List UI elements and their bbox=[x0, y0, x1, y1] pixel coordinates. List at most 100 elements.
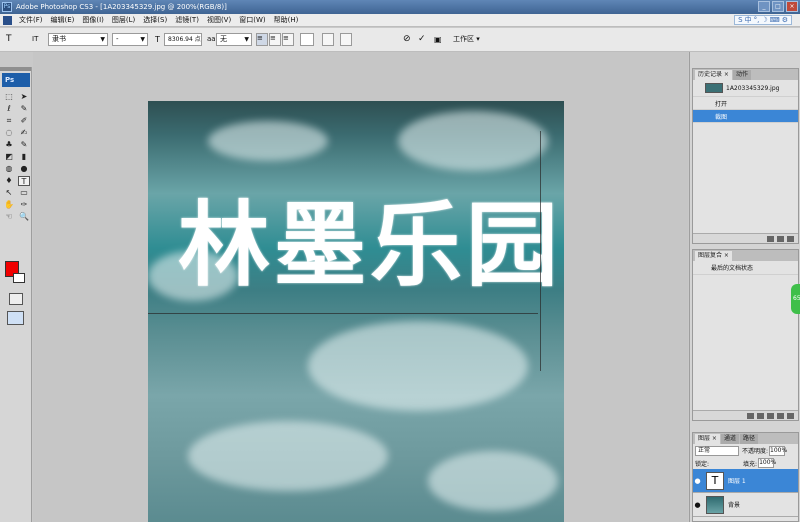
new-document-icon[interactable] bbox=[767, 235, 774, 242]
right-panels: 历史记录 × 动作 1A203345329.jpg 打开 裁图 图层复合 × 最… bbox=[689, 52, 800, 522]
align-left-button[interactable]: ≡ bbox=[256, 33, 268, 46]
commit-edit-icon[interactable]: ✓ bbox=[418, 33, 426, 46]
history-item[interactable]: 打开 bbox=[693, 97, 798, 110]
tab-layer-comps[interactable]: 图层复合 × bbox=[695, 251, 732, 261]
text-tool-preset-icon[interactable]: T bbox=[6, 33, 12, 46]
menu-help[interactable]: 帮助(H) bbox=[270, 15, 303, 25]
fill-label: 填充: bbox=[743, 460, 758, 468]
apply-prev-icon[interactable] bbox=[747, 412, 754, 419]
ime-keyboard-icon[interactable]: ⌨ bbox=[770, 16, 780, 24]
ime-logo-icon[interactable]: S bbox=[738, 16, 742, 24]
tool-button-icon[interactable]: ✑ bbox=[18, 200, 30, 210]
text-orientation-icon[interactable]: IT bbox=[32, 33, 38, 46]
tool-button-icon[interactable]: ♣ bbox=[3, 140, 15, 150]
tool-button-icon[interactable]: ▭ bbox=[18, 188, 30, 198]
tab-history[interactable]: 历史记录 × bbox=[695, 70, 732, 80]
tools-panel-header[interactable] bbox=[0, 67, 31, 71]
tool-button-icon[interactable]: ● bbox=[18, 164, 30, 174]
tool-button-icon[interactable]: ♦ bbox=[3, 176, 15, 186]
maximize-button[interactable]: □ bbox=[772, 1, 784, 12]
trash-icon[interactable] bbox=[787, 235, 794, 242]
menu-bar: 文件(F) 编辑(E) 图像(I) 图层(L) 选择(S) 滤镜(T) 视图(V… bbox=[0, 14, 800, 27]
tool-button-icon[interactable]: ✎ bbox=[18, 104, 30, 114]
warp-text-button[interactable] bbox=[322, 33, 334, 46]
tool-button-icon[interactable]: ➤ bbox=[18, 92, 30, 102]
background-color-swatch[interactable] bbox=[13, 273, 25, 283]
menu-image[interactable]: 图像(I) bbox=[78, 15, 108, 25]
ime-chinese-toggle[interactable]: 中 bbox=[745, 15, 752, 25]
new-snapshot-icon[interactable] bbox=[777, 235, 784, 242]
workspace-menu[interactable]: 工作区 ▾ bbox=[453, 33, 480, 46]
trash-icon[interactable] bbox=[787, 412, 794, 419]
fill-input[interactable]: 100% bbox=[758, 458, 776, 468]
font-family-select[interactable]: 隶书 ▼ bbox=[48, 33, 108, 46]
blend-mode-select[interactable]: 正常 bbox=[695, 445, 739, 456]
history-item[interactable]: 裁图 bbox=[693, 110, 798, 123]
tool-preset-picker-icon[interactable]: ▣ bbox=[434, 33, 442, 46]
tab-paths[interactable]: 路径 bbox=[739, 434, 758, 444]
layer-row[interactable]: ● 背景 bbox=[693, 493, 798, 517]
font-size-select[interactable]: 8306.94 点 bbox=[164, 33, 202, 46]
tool-button-icon[interactable]: ◌ bbox=[3, 128, 15, 138]
tools-panel: Ps ⬚ ➤ ℓ ✎ ⌗ ✐ ◌ ✍ ♣ ✎ ◩ ▮ ◍ ● ♦ T ↖ ▭ ✋ ✑ ☜ 🔍 bbox=[0, 67, 32, 522]
align-right-button[interactable]: ≡ bbox=[282, 33, 294, 46]
tool-button-icon[interactable]: ✋ bbox=[3, 200, 15, 210]
opacity-input[interactable]: 100% bbox=[769, 445, 787, 456]
tool-button-icon[interactable]: ◩ bbox=[3, 152, 15, 162]
document-canvas[interactable]: 林墨乐园 bbox=[148, 101, 564, 522]
tool-button-icon[interactable]: ▮ bbox=[18, 152, 30, 162]
ime-settings-icon[interactable]: ⚙ bbox=[782, 16, 788, 24]
font-style-select[interactable]: - ▼ bbox=[112, 33, 148, 46]
wave-foam bbox=[398, 111, 548, 171]
menu-file[interactable]: 文件(F) bbox=[15, 15, 47, 25]
history-snapshot[interactable]: 1A203345329.jpg bbox=[693, 80, 798, 97]
align-left-icon: ≡ bbox=[257, 34, 263, 42]
align-center-button[interactable]: ≡ bbox=[269, 33, 281, 46]
menu-layer[interactable]: 图层(L) bbox=[108, 15, 139, 25]
apply-next-icon[interactable] bbox=[757, 412, 764, 419]
tool-button-icon[interactable]: ◍ bbox=[3, 164, 15, 174]
text-bounding-line bbox=[540, 131, 541, 371]
canvas-text-layer[interactable]: 林墨乐园 bbox=[178, 171, 562, 304]
tool-button-icon[interactable]: ✐ bbox=[18, 116, 30, 126]
anti-alias-value: 无 bbox=[220, 35, 227, 43]
eye-icon[interactable]: ● bbox=[693, 477, 702, 485]
tool-button-icon[interactable]: ↖ bbox=[3, 188, 15, 198]
cancel-edit-icon[interactable]: ⊘ bbox=[403, 33, 411, 46]
minimize-button[interactable]: _ bbox=[758, 1, 770, 12]
wave-foam bbox=[308, 321, 528, 411]
tool-button-icon[interactable]: ⬚ bbox=[3, 92, 15, 102]
tool-button-icon[interactable]: ✍ bbox=[18, 128, 30, 138]
tab-actions[interactable]: 动作 bbox=[732, 70, 751, 80]
anti-alias-select[interactable]: 无 ▼ bbox=[216, 33, 252, 46]
ime-punct-icon[interactable]: °, bbox=[754, 16, 760, 24]
quick-mask-button[interactable] bbox=[9, 293, 23, 305]
menu-view[interactable]: 视图(V) bbox=[203, 15, 235, 25]
tool-button-icon[interactable]: ℓ bbox=[3, 104, 15, 114]
eye-icon[interactable]: ● bbox=[693, 501, 702, 509]
layer-comp-item[interactable]: 最后的文档状态 bbox=[693, 261, 798, 275]
tab-layers[interactable]: 图层 × bbox=[695, 434, 720, 444]
document-icon[interactable] bbox=[3, 15, 12, 25]
tool-button-icon[interactable]: 🔍 bbox=[18, 212, 30, 222]
menu-window[interactable]: 窗口(W) bbox=[235, 15, 269, 25]
close-button[interactable]: × bbox=[786, 1, 798, 12]
tab-channels[interactable]: 通道 bbox=[720, 434, 739, 444]
screen-mode-button[interactable] bbox=[7, 311, 24, 325]
tool-button-icon[interactable]: ✎ bbox=[18, 140, 30, 150]
font-style-value: - bbox=[116, 35, 119, 43]
side-float-button[interactable]: 65 bbox=[791, 284, 800, 314]
menu-select[interactable]: 选择(S) bbox=[139, 15, 171, 25]
ime-moon-icon[interactable]: ☽ bbox=[761, 16, 767, 24]
menu-edit[interactable]: 编辑(E) bbox=[47, 15, 79, 25]
ime-toolbar[interactable]: S 中 °, ☽ ⌨ ⚙ bbox=[734, 15, 792, 25]
tool-button-icon[interactable]: T bbox=[18, 176, 30, 186]
tool-button-icon[interactable]: ⌗ bbox=[3, 116, 15, 126]
new-comp-icon[interactable] bbox=[777, 412, 784, 419]
update-icon[interactable] bbox=[767, 412, 774, 419]
layer-row[interactable]: ● T 图层 1 bbox=[693, 469, 798, 493]
menu-filter[interactable]: 滤镜(T) bbox=[171, 15, 203, 25]
tool-button-icon[interactable]: ☜ bbox=[3, 212, 15, 222]
text-color-swatch[interactable] bbox=[300, 33, 314, 46]
character-panel-button[interactable] bbox=[340, 33, 352, 46]
